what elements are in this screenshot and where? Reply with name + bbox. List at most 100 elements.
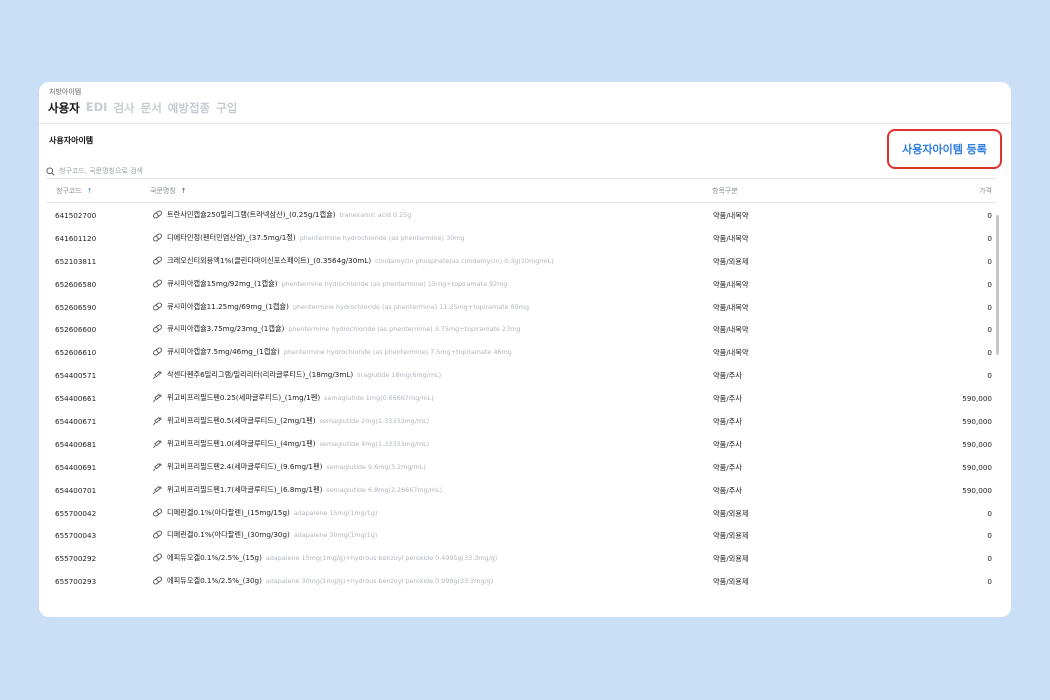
syringe-icon (152, 462, 164, 472)
row-category: 약품/내복약 (713, 325, 749, 335)
column-header-code[interactable]: 청구코드 ↑ (56, 186, 93, 196)
row-code: 655700043 (55, 531, 97, 541)
table-row[interactable]: 655700042 디페린겔0.1%(아다팔렌)_(15mg/15g) adapal… (46, 503, 996, 526)
syringe-icon (152, 439, 164, 449)
pill-icon (152, 233, 164, 243)
row-category: 약품/주사 (713, 371, 742, 381)
row-name: 크레오신티외용액1%(클린다마이신포스페이트)_(0.3564g/30mL) cl… (152, 256, 554, 266)
row-name-text: 큐시미아캡슐15mg/92mg_(1캡슐) (167, 278, 278, 288)
row-name-text: 위고비프리필드펜0.25(세마글루티드)_(1mg/1펜) (167, 393, 321, 403)
table-row[interactable]: 654400681 위고비프리필드펜1.0(세마글루티드)_(4mg/1펜) sem… (46, 434, 996, 457)
row-ingredient: semaglutide 6.8mg(2.26667mg/mL) (326, 485, 443, 494)
row-name-text: 에피듀오겔0.1%/2.5%_(15g) (167, 553, 262, 563)
row-price: 0 (987, 325, 992, 335)
table-row[interactable]: 654400661 위고비프리필드펜0.25(세마글루티드)_(1mg/1펜) se… (46, 388, 996, 411)
tab-test[interactable]: 검사 (113, 100, 134, 116)
row-ingredient: phentermine hydrochloride (as phentermin… (292, 302, 530, 311)
table-row[interactable]: 654400701 위고비프리필드펜1.7(세마글루티드)_(6.8mg/1펜) s… (46, 480, 996, 503)
row-code: 654400681 (55, 439, 97, 449)
row-code: 652606610 (55, 348, 97, 358)
row-name-text: 큐시미아캡슐11.25mg/69mg_(1캡슐) (167, 301, 289, 311)
row-ingredient: phentermine hydrochloride (as phentermin… (288, 325, 521, 334)
table-row[interactable]: 641601120 디에타민정(펜터민염산염)_(37.5mg/1정) phente… (46, 228, 996, 251)
row-price: 590,000 (962, 439, 992, 449)
row-name: 위고비프리필드펜1.7(세마글루티드)_(6.8mg/1펜) semaglutid… (152, 485, 442, 495)
pill-icon (152, 279, 164, 289)
row-ingredient: phentermine hydrochloride (as phentermin… (281, 279, 508, 288)
row-name-text: 디페린겔0.1%(아다팔렌)_(15mg/15g) (167, 507, 290, 517)
pill-icon (152, 530, 164, 540)
row-name-text: 위고비프리필드펜2.4(세마글루티드)_(9.6mg/1펜) (167, 461, 323, 471)
row-code: 654400691 (55, 462, 97, 472)
row-category: 약품/외용제 (713, 531, 749, 541)
row-ingredient: semaglutide 2mg(1.33333mg/mL) (319, 417, 430, 426)
row-category: 약품/주사 (713, 417, 742, 427)
row-name-text: 위고비프리필드펜1.0(세마글루티드)_(4mg/1펜) (167, 438, 316, 448)
tab-edi[interactable]: EDI (86, 100, 108, 116)
table-row[interactable]: 652606580 큐시미아캡슐15mg/92mg_(1캡슐) phentermin… (46, 274, 996, 297)
row-ingredient: phentermine hydrochloride (as phentermin… (283, 348, 512, 357)
table-row[interactable]: 652103811 크레오신티외용액1%(클린다마이신포스페이트)_(0.3564… (46, 251, 996, 274)
row-category: 약품/내복약 (713, 348, 749, 358)
row-category: 약품/내복약 (713, 233, 749, 243)
register-user-item-button[interactable]: 사용자아이템 등록 (887, 129, 1002, 169)
column-header-category[interactable]: 항목구분 (712, 186, 738, 196)
row-name: 위고비프리필드펜1.0(세마글루티드)_(4mg/1펜) semaglutide … (152, 439, 429, 449)
row-ingredient: adapalene 30mg(1mg/g)+hydrous benzoyl pe… (265, 577, 494, 586)
row-name-text: 큐시미아캡슐3.75mg/23mg_(1캡슐) (167, 324, 285, 334)
row-category: 약품/내복약 (713, 302, 749, 312)
row-ingredient: semaglutide 1mg(0.66667mg/mL) (324, 394, 434, 403)
pill-icon (152, 256, 164, 266)
row-name: 위고비프리필드펜0.25(세마글루티드)_(1mg/1펜) semaglutide… (152, 393, 434, 403)
table-row[interactable]: 652606590 큐시미아캡슐11.25mg/69mg_(1캡슐) phenter… (46, 297, 996, 320)
column-header-name[interactable]: 국문명칭 ↑ (150, 186, 187, 196)
table-row[interactable]: 655700043 디페린겔0.1%(아다팔렌)_(30mg/30g) adapal… (46, 525, 996, 548)
tab-user[interactable]: 사용자 (48, 100, 80, 116)
tab-purchase[interactable]: 구입 (216, 100, 237, 116)
column-header-price[interactable]: 가격 (979, 186, 992, 196)
row-ingredient: liraglutide 18mg(6mg/mL) (357, 371, 442, 380)
row-price: 0 (987, 279, 992, 289)
row-name-text: 크레오신티외용액1%(클린다마이신포스페이트)_(0.3564g/30mL) (167, 255, 372, 265)
pill-icon (152, 576, 164, 586)
row-name: 트란사민캡슐250밀리그램(트라넥삼산)_(0.25g/1캡슐) tranexam… (152, 210, 411, 220)
table-row[interactable]: 654400691 위고비프리필드펜2.4(세마글루티드)_(9.6mg/1펜) s… (46, 457, 996, 480)
table-row[interactable]: 654400571 삭센다펜주6밀리그램/밀리리터(리라글루티드)_(18mg/3… (46, 365, 996, 388)
row-code: 652103811 (55, 256, 97, 266)
row-code: 655700293 (55, 577, 97, 587)
table-row[interactable]: 652606610 큐시미아캡슐7.5mg/46mg_(1캡슐) phentermi… (46, 342, 996, 365)
search-input[interactable] (59, 166, 299, 175)
row-ingredient: semaglutide 4mg(1.33333mg/mL) (319, 439, 430, 448)
row-price: 0 (987, 554, 992, 564)
row-price: 0 (987, 256, 992, 266)
table-row[interactable]: 652606600 큐시미아캡슐3.75mg/23mg_(1캡슐) phenterm… (46, 319, 996, 342)
syringe-icon (152, 485, 164, 495)
pill-icon (152, 210, 164, 220)
row-name-text: 큐시미아캡슐7.5mg/46mg_(1캡슐) (167, 347, 280, 357)
table-row[interactable]: 654400671 위고비프리필드펜0.5(세마글루티드)_(2mg/1펜) sem… (46, 411, 996, 434)
row-ingredient: adapalene 15mg(1mg/1g) (293, 508, 378, 517)
scrollbar[interactable] (996, 215, 999, 355)
row-code: 641502700 (55, 211, 97, 220)
row-price: 0 (987, 302, 992, 312)
row-code: 654400671 (55, 417, 97, 427)
row-name: 큐시미아캡슐7.5mg/46mg_(1캡슐) phentermine hydroc… (152, 347, 512, 357)
row-code: 654400661 (55, 394, 97, 404)
row-category: 약품/외용제 (713, 256, 749, 266)
row-code: 641601120 (55, 233, 97, 243)
table-row[interactable]: 655700292 에피듀오겔0.1%/2.5%_(15g) adapalene 1… (46, 548, 996, 571)
pill-icon (152, 508, 164, 518)
tab-document[interactable]: 문서 (141, 100, 162, 116)
header-divider (39, 123, 1011, 124)
row-name-text: 디페린겔0.1%(아다팔렌)_(30mg/30g) (167, 530, 290, 540)
pill-icon (152, 347, 164, 357)
row-code: 655700292 (55, 554, 97, 564)
table-row[interactable]: 655700293 에피듀오겔0.1%/2.5%_(30g) adapalene 3… (46, 571, 996, 594)
row-ingredient: tranexamic acid 0.25g (339, 211, 412, 219)
syringe-icon (152, 416, 164, 426)
tab-vaccination[interactable]: 예방접종 (168, 100, 210, 116)
row-name-text: 삭센다펜주6밀리그램/밀리리터(리라글루티드)_(18mg/3mL) (167, 370, 354, 380)
row-code: 652606580 (55, 279, 97, 289)
tab-bar: 사용자 EDI 검사 문서 예방접종 구입 (48, 100, 237, 116)
table-row[interactable]: 641502700 트란사민캡슐250밀리그램(트라넥삼산)_(0.25g/1캡슐… (46, 205, 996, 228)
